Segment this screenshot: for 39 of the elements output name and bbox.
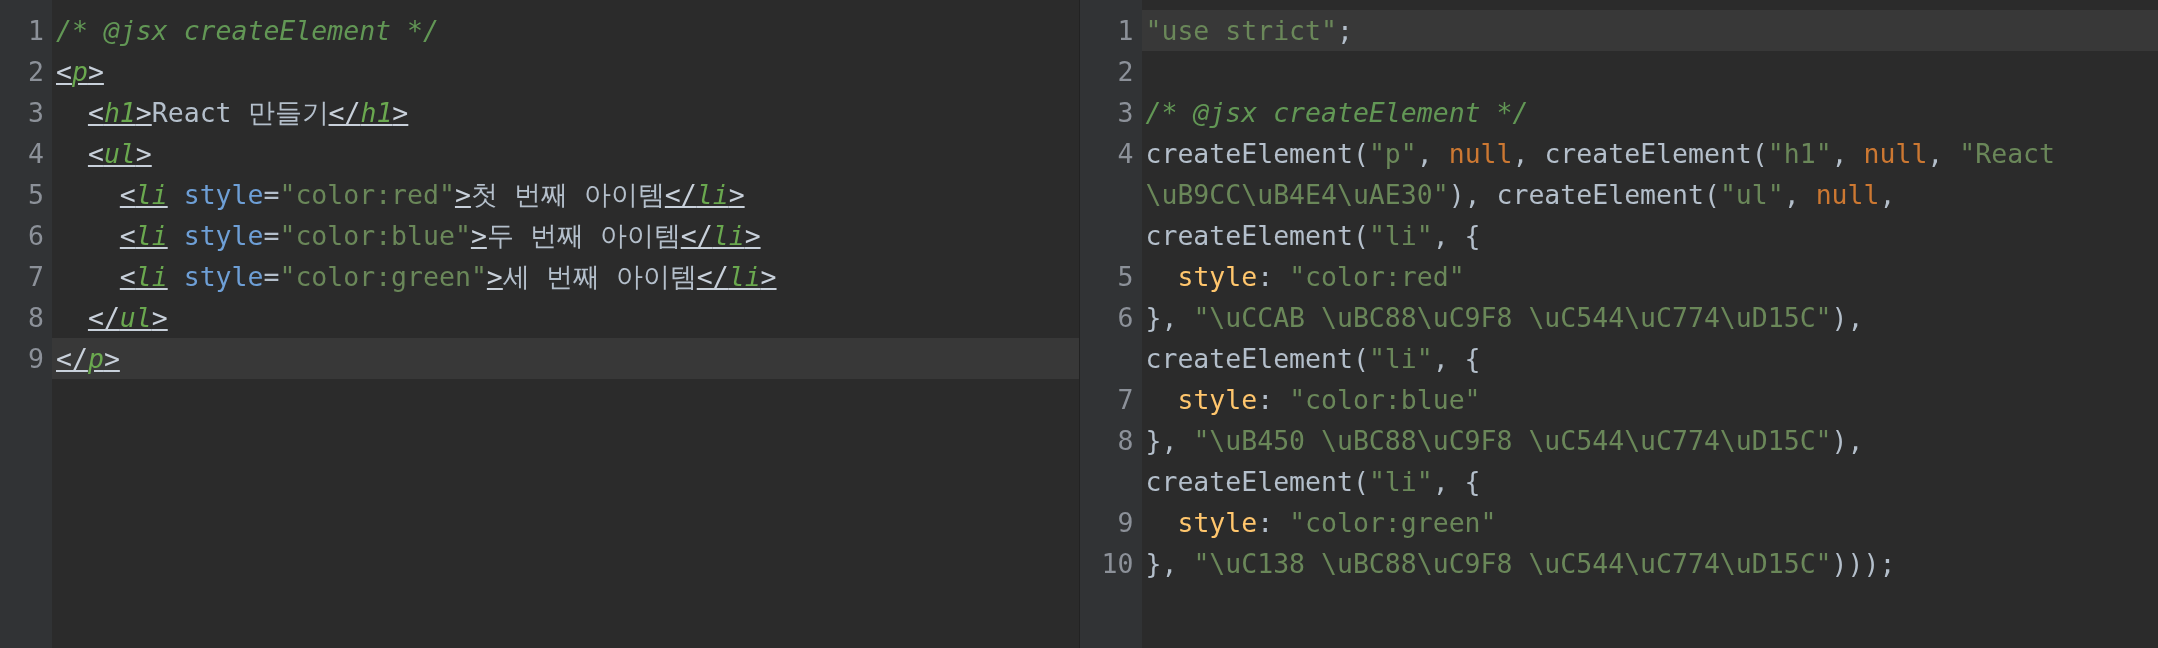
line-number: 5 xyxy=(27,178,45,212)
line-number: 10 xyxy=(1100,547,1135,581)
code-line: <h1>React 만들기</h1> xyxy=(86,96,410,130)
line-number: 9 xyxy=(1116,506,1135,540)
line-number: 2 xyxy=(1116,55,1135,89)
line-number: 6 xyxy=(1116,301,1135,335)
code-line: /* @jsx createElement */ xyxy=(55,14,440,48)
line-number: 8 xyxy=(1116,424,1135,458)
line-number: 8 xyxy=(27,301,45,335)
code-line: <p> xyxy=(55,55,105,89)
code-line: }, "\uCCAB \uBC88\uC9F8 \uC544\uC774\uD15C"), xyxy=(1144,301,1865,335)
code-line: <li style="color:green">세 번째 아이템</li> xyxy=(118,260,778,294)
code-line: }, "\uB450 \uBC88\uC9F8 \uC544\uC774\uD15C"), xyxy=(1144,424,1865,458)
line-number: 5 xyxy=(1116,260,1135,294)
code-line: createElement("li", { xyxy=(1144,342,1482,376)
code-line: createElement("p", null, createElement("h1", null, "React xyxy=(1144,137,2056,171)
code-line: \uB9CC\uB4E4\uAE30"), createElement("ul", null, xyxy=(1144,178,1897,212)
line-number: 7 xyxy=(27,260,45,294)
line-number: 1 xyxy=(27,14,45,48)
code-line: <li style="color:blue">두 번째 아이템</li> xyxy=(118,219,762,253)
code-line: style: "color:green" xyxy=(1176,506,1498,540)
line-number: 2 xyxy=(27,55,45,89)
code-line: /* @jsx createElement */ xyxy=(1144,96,1530,130)
code-line: </ul> xyxy=(86,301,169,335)
code-line: }, "\uC138 \uBC88\uC9F8 \uC544\uC774\uD15C"))); xyxy=(1144,547,1897,581)
line-number: 4 xyxy=(1116,137,1135,171)
line-number: 6 xyxy=(27,219,45,253)
line-number: 4 xyxy=(27,137,45,171)
line-number: 7 xyxy=(1116,383,1135,417)
line-number: 9 xyxy=(27,342,45,376)
code-line: createElement("li", { xyxy=(1144,465,1482,499)
code-line: <li style="color:red">첫 번째 아이템</li> xyxy=(118,178,746,212)
line-number: 3 xyxy=(1116,96,1135,130)
code-line: createElement("li", { xyxy=(1144,219,1482,253)
line-number: 1 xyxy=(1116,14,1135,48)
code-line: <ul> xyxy=(86,137,153,171)
code-line: style: "color:blue" xyxy=(1176,383,1482,417)
code-line: style: "color:red" xyxy=(1176,260,1466,294)
line-number: 3 xyxy=(27,96,45,130)
